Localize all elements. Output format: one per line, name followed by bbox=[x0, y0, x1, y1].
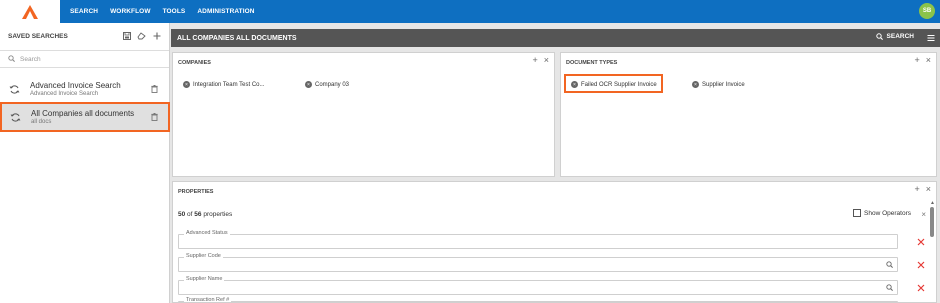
page-title: ALL COMPANIES ALL DOCUMENTS bbox=[177, 34, 297, 42]
search-icon bbox=[875, 33, 883, 40]
property-field-label: Supplier Code bbox=[184, 253, 223, 259]
company-tag-label: Integration Team Test Co... bbox=[193, 81, 265, 88]
saved-search-item[interactable]: Advanced Invoice Search Advanced Invoice… bbox=[0, 75, 169, 103]
saved-search-icon bbox=[8, 83, 20, 95]
app-logo[interactable] bbox=[0, 0, 60, 23]
delete-field-icon[interactable] bbox=[917, 238, 925, 246]
document-type-tag-label: Failed OCR Supplier Invoice bbox=[581, 81, 657, 88]
property-field-label: Advanced Status bbox=[184, 230, 230, 236]
add-icon[interactable]: + bbox=[532, 55, 537, 65]
panel-controls: + × bbox=[914, 55, 931, 65]
properties-count-total: 56 bbox=[194, 211, 202, 218]
saved-search-subtitle: all docs bbox=[31, 119, 52, 125]
remove-tag-icon[interactable]: × bbox=[183, 81, 190, 88]
property-field-label: Supplier Name bbox=[184, 276, 225, 282]
delete-icon[interactable] bbox=[151, 85, 159, 94]
remove-tag-icon[interactable]: × bbox=[305, 81, 312, 88]
properties-count-shown: 50 bbox=[178, 211, 186, 218]
scroll-up-icon[interactable]: ▲ bbox=[930, 200, 935, 206]
property-field-label: Transaction Ref # bbox=[184, 297, 232, 303]
clear-icon[interactable] bbox=[137, 31, 146, 40]
saved-search-item-selected[interactable]: All Companies all documents all docs bbox=[0, 102, 170, 132]
sidebar-header: SAVED SEARCHES bbox=[0, 23, 169, 51]
add-icon[interactable] bbox=[152, 31, 161, 40]
property-field[interactable]: Supplier Code bbox=[178, 253, 898, 272]
saved-search-name: All Companies all documents bbox=[31, 109, 135, 118]
properties-count-suffix: properties bbox=[203, 211, 233, 218]
nav-administration[interactable]: ADMINISTRATION bbox=[197, 8, 254, 15]
saved-search-icon bbox=[9, 111, 21, 123]
show-operators-label: Show Operators bbox=[864, 209, 911, 217]
search-button[interactable]: SEARCH bbox=[875, 33, 914, 40]
properties-count-of: of bbox=[187, 211, 193, 218]
scrollbar-thumb[interactable] bbox=[930, 207, 934, 237]
close-icon[interactable]: × bbox=[926, 55, 931, 65]
saved-search-name: Advanced Invoice Search bbox=[30, 81, 121, 90]
nav-tools[interactable]: TOOLS bbox=[163, 8, 186, 15]
panel-controls: + × bbox=[914, 184, 931, 194]
remove-tag-icon[interactable]: × bbox=[692, 81, 699, 88]
properties-panel: PROPERTIES + × 50 of 56 properties Show … bbox=[172, 181, 937, 303]
saved-searches-sidebar: SAVED SEARCHES Search Advanced Invoice S… bbox=[0, 23, 170, 303]
user-avatar[interactable]: SB bbox=[919, 3, 935, 19]
nav-menu: SEARCH WORKFLOW TOOLS ADMINISTRATION bbox=[64, 0, 261, 23]
search-placeholder: Search bbox=[20, 55, 41, 63]
document-type-tag[interactable]: × Failed OCR Supplier Invoice bbox=[571, 81, 657, 88]
search-button-label: SEARCH bbox=[886, 33, 914, 40]
nav-workflow[interactable]: WORKFLOW bbox=[110, 8, 151, 15]
panel-controls: + × bbox=[532, 55, 549, 65]
delete-field-icon[interactable] bbox=[917, 261, 925, 269]
add-icon[interactable]: + bbox=[914, 55, 919, 65]
delete-icon[interactable] bbox=[151, 113, 159, 122]
properties-count: 50 of 56 properties bbox=[178, 211, 232, 218]
top-navigation-bar: SEARCH WORKFLOW TOOLS ADMINISTRATION SB bbox=[0, 0, 940, 23]
saved-search-subtitle: Advanced Invoice Search bbox=[30, 91, 99, 97]
document-types-panel: DOCUMENT TYPES + × × Failed OCR Supplier… bbox=[560, 52, 937, 177]
remove-tag-icon[interactable]: × bbox=[571, 81, 578, 88]
document-type-tag-label: Supplier Invoice bbox=[702, 81, 745, 88]
companies-title: COMPANIES bbox=[178, 60, 211, 66]
document-types-title: DOCUMENT TYPES bbox=[566, 60, 618, 66]
sidebar-tools bbox=[122, 31, 161, 40]
company-tag-label: Company 03 bbox=[315, 81, 350, 88]
logo-icon bbox=[22, 4, 38, 19]
save-icon[interactable] bbox=[122, 31, 131, 40]
delete-field-icon[interactable] bbox=[917, 284, 925, 292]
show-operators-checkbox[interactable] bbox=[853, 209, 862, 217]
close-icon[interactable]: × bbox=[926, 184, 931, 194]
properties-title: PROPERTIES bbox=[178, 189, 214, 195]
close-icon[interactable]: × bbox=[544, 55, 549, 65]
property-field[interactable]: Supplier Name bbox=[178, 276, 898, 295]
nav-search[interactable]: SEARCH bbox=[70, 8, 98, 15]
show-operators-toggle[interactable]: Show Operators bbox=[853, 209, 911, 217]
search-icon[interactable] bbox=[886, 284, 893, 291]
search-icon bbox=[8, 54, 15, 64]
company-tag[interactable]: × Company 03 bbox=[305, 81, 349, 88]
document-type-tag[interactable]: × Supplier Invoice bbox=[692, 81, 745, 88]
sidebar-title: SAVED SEARCHES bbox=[8, 33, 68, 40]
search-icon[interactable] bbox=[886, 261, 893, 268]
sidebar-search-input[interactable]: Search bbox=[0, 51, 169, 68]
menu-icon[interactable] bbox=[927, 34, 935, 42]
company-tag[interactable]: × Integration Team Test Co... bbox=[183, 81, 264, 88]
add-icon[interactable]: + bbox=[914, 184, 919, 194]
companies-panel: COMPANIES + × × Integration Team Test Co… bbox=[172, 52, 555, 177]
main-header-bar: ALL COMPANIES ALL DOCUMENTS SEARCH bbox=[171, 29, 940, 47]
property-field[interactable]: Advanced Status bbox=[178, 230, 898, 249]
close-icon[interactable]: × bbox=[921, 210, 926, 219]
